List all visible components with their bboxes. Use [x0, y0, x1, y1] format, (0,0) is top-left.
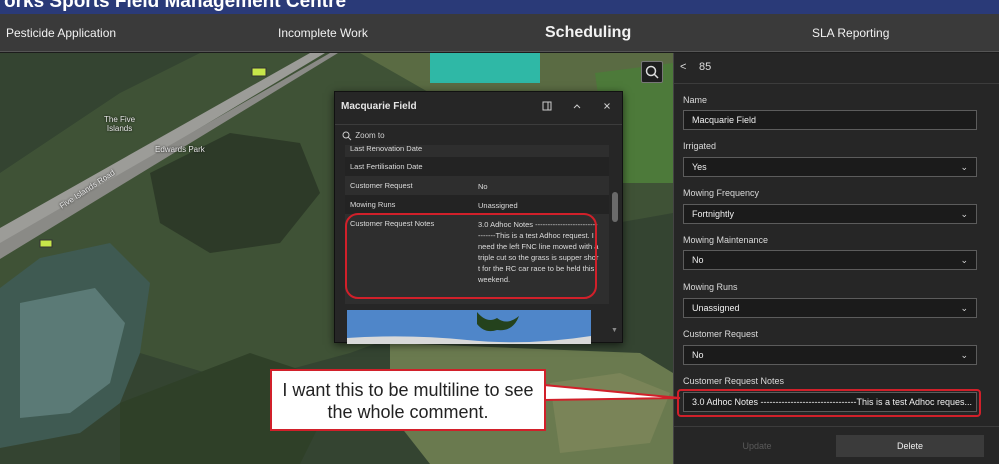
- chevron-down-icon: ⌄: [960, 162, 968, 172]
- feature-popup[interactable]: Macquarie Field Zoom to Last Renovation …: [334, 91, 623, 344]
- field-value: No: [692, 350, 704, 360]
- customer-request-select[interactable]: No ⌄: [683, 345, 977, 365]
- popup-title: Macquarie Field: [341, 101, 417, 112]
- nav-tab-sla-reporting[interactable]: SLA Reporting: [812, 14, 889, 52]
- attr-value: Unassigned: [478, 201, 518, 210]
- panel-footer: Update Delete: [674, 426, 999, 464]
- collapse-icon[interactable]: [570, 99, 584, 113]
- name-field[interactable]: Macquarie Field: [683, 110, 977, 130]
- attr-row-customer-request-notes: Customer Request Notes 3.0 Adhoc Notes -…: [345, 214, 609, 304]
- top-nav: Pesticide Application Incomplete Work Sc…: [0, 14, 999, 52]
- field-label: Mowing Maintenance: [683, 235, 769, 245]
- chevron-down-icon: ⌄: [960, 303, 968, 313]
- mowing-frequency-select[interactable]: Fortnightly ⌄: [683, 204, 977, 224]
- attr-row: Last Renovation Date: [345, 145, 609, 157]
- edit-panel: < 85 Name Macquarie Field Irrigated Yes ⌄…: [673, 53, 999, 464]
- field-label: Mowing Runs: [683, 282, 738, 292]
- field-label: Name: [683, 95, 708, 105]
- attr-key: Last Fertilisation Date: [350, 162, 423, 171]
- app-banner: orks Sports Field Management Centre: [0, 0, 999, 14]
- field-label: Customer Request: [683, 329, 759, 339]
- popup-attachment-image[interactable]: [347, 310, 591, 344]
- field-value: No: [692, 255, 704, 265]
- attr-row: Mowing Runs Unassigned: [345, 195, 609, 214]
- close-icon[interactable]: [600, 99, 614, 113]
- mowing-maintenance-select[interactable]: No ⌄: [683, 250, 977, 270]
- nav-tab-incomplete-work[interactable]: Incomplete Work: [278, 14, 368, 52]
- attr-key: Last Renovation Date: [350, 145, 423, 153]
- chevron-down-icon: ⌄: [960, 209, 968, 219]
- attr-value: No: [478, 182, 488, 191]
- attr-row: Customer Request No: [345, 176, 609, 195]
- field-label: Irrigated: [683, 141, 717, 151]
- dock-icon[interactable]: [540, 99, 554, 113]
- zoom-to-label: Zoom to: [355, 131, 385, 140]
- attr-key: Customer Request Notes: [350, 219, 435, 228]
- nav-tab-scheduling[interactable]: Scheduling: [545, 14, 631, 52]
- panel-header: < 85: [674, 53, 999, 84]
- update-button[interactable]: Update: [682, 435, 832, 457]
- popup-divider: [335, 124, 622, 125]
- map-search-button[interactable]: [641, 61, 663, 83]
- chevron-down-icon: ⌄: [960, 350, 968, 360]
- irrigated-select[interactable]: Yes ⌄: [683, 157, 977, 177]
- field-value: Fortnightly: [692, 209, 735, 219]
- attr-key: Customer Request: [350, 181, 413, 190]
- customer-request-notes-field[interactable]: 3.0 Adhoc Notes ------------------------…: [683, 392, 977, 412]
- field-value: 3.0 Adhoc Notes ------------------------…: [692, 397, 973, 407]
- chevron-down-icon: ⌄: [960, 255, 968, 265]
- attr-key: Mowing Runs: [350, 200, 396, 209]
- zoom-icon: [342, 131, 352, 141]
- record-id: 85: [699, 61, 712, 73]
- field-label: Mowing Frequency: [683, 188, 760, 198]
- search-icon: [645, 65, 659, 79]
- field-value: Unassigned: [692, 303, 740, 313]
- callout-text: I want this to be multiline to see the w…: [282, 380, 534, 422]
- field-label: Customer Request Notes: [683, 376, 785, 386]
- field-value: Macquarie Field: [692, 115, 757, 125]
- map-label-five-islands: The Five Islands: [104, 115, 136, 133]
- attr-value-notes: 3.0 Adhoc Notes ------------------------…: [478, 220, 599, 284]
- attr-row: Last Fertilisation Date: [345, 157, 609, 176]
- zoom-to-button[interactable]: Zoom to: [341, 129, 385, 143]
- mowing-runs-select[interactable]: Unassigned ⌄: [683, 298, 977, 318]
- field-value: Yes: [692, 162, 707, 172]
- app-title: orks Sports Field Management Centre: [4, 0, 347, 12]
- nav-tab-pesticide-application[interactable]: Pesticide Application: [6, 14, 116, 52]
- callout-box: I want this to be multiline to see the w…: [270, 369, 546, 431]
- back-icon[interactable]: <: [680, 61, 686, 73]
- delete-button[interactable]: Delete: [836, 435, 984, 457]
- pool-water: [430, 53, 540, 83]
- map-label-edwards-park: Edwards Park: [155, 145, 205, 154]
- scroll-down-icon[interactable]: ▼: [611, 327, 618, 334]
- popup-scrollbar[interactable]: [612, 192, 618, 222]
